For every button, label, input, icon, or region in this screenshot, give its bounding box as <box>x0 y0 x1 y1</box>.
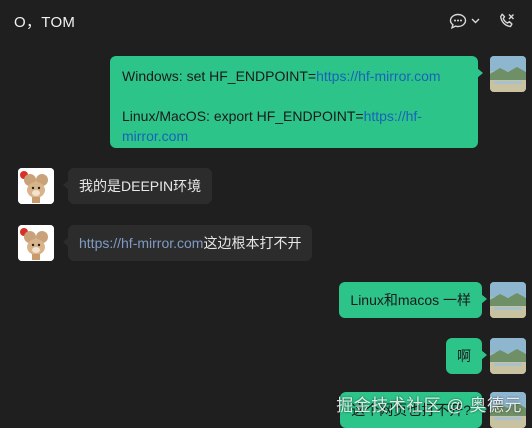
watermark: 掘金技术社区 @ 奥德元 <box>336 396 522 415</box>
message-bubble-incoming[interactable]: 我的是DEEPIN环境 <box>62 168 213 204</box>
chat-header: O，TOM <box>0 0 532 42</box>
message-bubble-outgoing[interactable]: Windows: set HF_ENDPOINT=https://hf-mirr… <box>110 56 483 148</box>
landscape-avatar-image <box>490 338 526 374</box>
avatar-self[interactable] <box>490 282 526 318</box>
chat-title: O，TOM <box>14 13 76 31</box>
message-bubble-outgoing[interactable]: 啊 <box>446 338 487 374</box>
chevron-down-icon <box>471 18 480 24</box>
message-line: mirror.com <box>122 126 466 146</box>
message-text: 我的是DEEPIN环境 <box>79 178 202 194</box>
message-text: Linux/MacOS: export HF_ENDPOINT= <box>122 108 364 124</box>
cartoon-mouse-avatar-image <box>18 168 54 204</box>
message-bubble-outgoing[interactable]: Linux和macos 一样 <box>339 282 487 318</box>
avatar-contact[interactable] <box>18 225 54 261</box>
message-link[interactable]: https://hf- <box>364 108 422 124</box>
cartoon-mouse-avatar-image <box>18 225 54 261</box>
message-text: Linux和macos 一样 <box>350 292 471 308</box>
message-text: Windows: set HF_ENDPOINT= <box>122 68 317 84</box>
message-text: 啊 <box>457 348 471 364</box>
message-link[interactable]: https://hf-mirror.com <box>79 235 203 251</box>
message-bubble-incoming[interactable]: https://hf-mirror.com这边根本打不开 <box>62 225 313 261</box>
phone-icon <box>498 12 516 30</box>
message-line: Windows: set HF_ENDPOINT=https://hf-mirr… <box>122 66 466 86</box>
message-line: Linux/MacOS: export HF_ENDPOINT=https://… <box>122 106 466 126</box>
message-text: 这边根本打不开 <box>203 235 302 251</box>
landscape-avatar-image <box>490 282 526 318</box>
message-link[interactable]: https://hf-mirror.com <box>316 68 440 84</box>
landscape-avatar-image <box>490 56 526 92</box>
avatar-contact[interactable] <box>18 168 54 204</box>
header-actions <box>449 12 516 30</box>
message-list[interactable]: Windows: set HF_ENDPOINT=https://hf-mirr… <box>0 42 532 428</box>
voice-call-button[interactable] <box>498 12 516 30</box>
chat-options-button[interactable] <box>449 13 480 30</box>
avatar-self[interactable] <box>490 56 526 92</box>
avatar-self[interactable] <box>490 338 526 374</box>
chat-bubble-icon <box>449 13 467 30</box>
chat-window: O，TOM Windows: set HF_ENDPOINT=https://h… <box>0 0 532 428</box>
message-link[interactable]: mirror.com <box>122 128 188 144</box>
